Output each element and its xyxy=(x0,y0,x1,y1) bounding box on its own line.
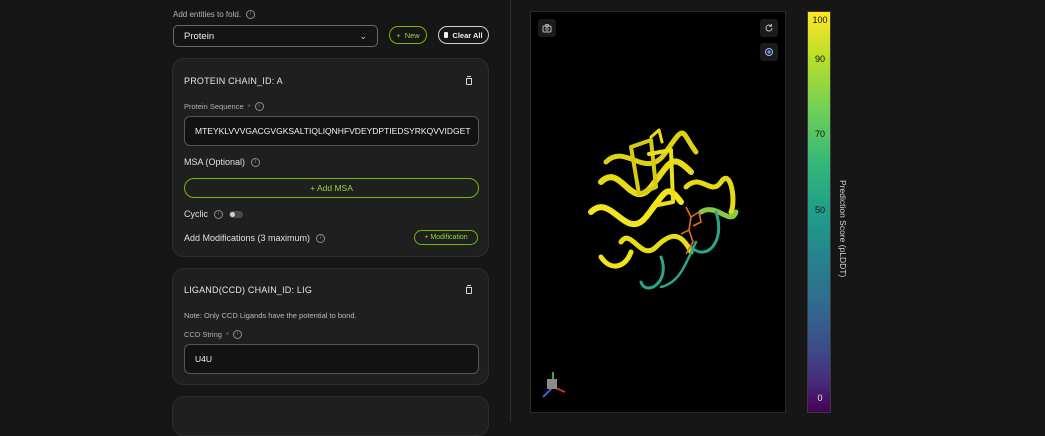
protein-card-title: PROTEIN CHAIN_ID: A xyxy=(184,76,283,86)
add-msa-button[interactable]: + Add MSA xyxy=(184,178,479,198)
colorbar-tick: 70 xyxy=(814,129,825,139)
info-icon[interactable]: i xyxy=(232,330,242,339)
trash-icon xyxy=(444,32,449,38)
info-icon[interactable]: i xyxy=(254,102,264,111)
info-icon[interactable]: i xyxy=(246,10,256,19)
info-icon[interactable]: i xyxy=(214,209,223,219)
ligand-card-title: LIGAND(CCD) CHAIN_ID: LIG xyxy=(184,285,313,295)
protein-card: PROTEIN CHAIN_ID: A Protein Sequence * i… xyxy=(172,58,489,257)
entity-panel: Add entities to fold. i Protein ⌄ + New … xyxy=(0,0,510,436)
trash-icon[interactable] xyxy=(466,76,472,85)
colorbar-tick: 50 xyxy=(814,205,825,215)
entity-type-value: Protein xyxy=(184,30,215,42)
structure-viewer[interactable] xyxy=(530,11,786,413)
ccd-string-input[interactable]: U4U xyxy=(184,344,479,374)
info-icon[interactable]: i xyxy=(316,233,326,243)
colorbar-tick: 100 xyxy=(812,15,828,25)
next-entity-card xyxy=(172,396,489,436)
protein-sequence-input[interactable]: MTEYKLVVVGACGVGKSALTIQLIQNHFVDEYDPTIEDSY… xyxy=(184,116,479,146)
modifications-row: Add Modifications (3 maximum) i xyxy=(184,233,326,243)
plus-icon: + xyxy=(396,30,401,40)
msa-label: MSA (Optional) i xyxy=(184,157,261,167)
cyclic-toggle[interactable] xyxy=(229,210,243,218)
protein-sequence-label: Protein Sequence * i xyxy=(184,102,264,111)
ccd-string-label: CCD String * i xyxy=(184,330,242,339)
new-entity-button[interactable]: + New xyxy=(389,26,427,44)
entity-type-select[interactable]: Protein ⌄ xyxy=(173,25,378,47)
add-modification-button[interactable]: + Modification xyxy=(414,230,478,245)
plddt-colorbar: 100 90 70 50 0 xyxy=(807,11,831,413)
colorbar-tick: 90 xyxy=(814,54,825,64)
cyclic-row: Cyclic i xyxy=(184,209,243,219)
ligand-card: LIGAND(CCD) CHAIN_ID: LIG Note: Only CCD… xyxy=(172,268,489,385)
clear-all-button[interactable]: Clear All xyxy=(438,26,489,44)
ligand xyxy=(680,206,702,255)
protein-ribbon xyxy=(588,128,739,290)
colorbar-tick: 0 xyxy=(817,393,823,403)
colorbar-label: Prediction Score (pLDDT) xyxy=(838,180,848,278)
info-icon[interactable]: i xyxy=(251,157,261,167)
axes-icon xyxy=(542,372,566,398)
add-entities-label: Add entities to fold. i xyxy=(173,10,256,19)
protein-structure xyxy=(542,128,739,398)
ligand-note: Note: Only CCD Ligands have the potentia… xyxy=(184,311,357,320)
panel-divider xyxy=(510,0,511,422)
chevron-down-icon: ⌄ xyxy=(359,30,367,41)
trash-icon[interactable] xyxy=(466,285,472,294)
